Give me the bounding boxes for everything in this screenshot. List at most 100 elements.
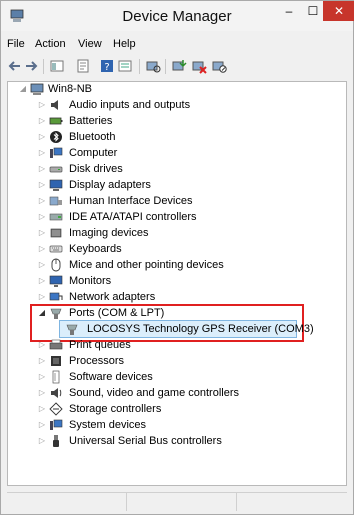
expand-arrow-icon[interactable]: ▷ bbox=[37, 97, 47, 113]
tree-item[interactable]: ▷ System devices bbox=[37, 417, 337, 433]
port-icon bbox=[50, 308, 62, 319]
tree-item-label: Network adapters bbox=[69, 291, 156, 303]
tree-item-label: Ports (COM & LPT) bbox=[69, 307, 165, 319]
tree-item[interactable]: ▷ Processors bbox=[37, 353, 337, 369]
tree-item[interactable]: ▷ Keyboards bbox=[37, 241, 337, 257]
title-bar[interactable]: Device Manager – ☐ ✕ bbox=[1, 1, 354, 31]
menu-view[interactable]: View bbox=[78, 38, 102, 50]
tree-item[interactable]: ▷ Human Interface Devices bbox=[37, 193, 337, 209]
monitor-icon bbox=[49, 275, 63, 287]
tree-child-item-selected[interactable]: LOCOSYS Technology GPS Receiver (COM3) bbox=[65, 321, 314, 337]
status-bar-section bbox=[7, 493, 127, 511]
tree-item[interactable]: ▷ Software devices bbox=[37, 369, 337, 385]
tree-root[interactable]: ◢ Win8-NB bbox=[18, 81, 338, 97]
view-icon[interactable] bbox=[117, 58, 133, 74]
toolbar-separator bbox=[139, 59, 140, 74]
tree-item-label: Sound, video and game controllers bbox=[69, 387, 239, 399]
menu-file[interactable]: File bbox=[7, 38, 25, 50]
menu-help[interactable]: Help bbox=[113, 38, 136, 50]
tree-item-label: Bluetooth bbox=[69, 131, 116, 143]
mouse-icon bbox=[51, 258, 61, 272]
expand-arrow-icon[interactable]: ▷ bbox=[37, 401, 47, 417]
properties-icon[interactable] bbox=[75, 58, 91, 74]
expand-arrow-icon[interactable]: ▷ bbox=[37, 289, 47, 305]
expand-arrow-icon[interactable]: ▷ bbox=[37, 369, 47, 385]
menu-bar: File Action View Help bbox=[1, 35, 353, 55]
expand-arrow-icon[interactable]: ▷ bbox=[37, 209, 47, 225]
device-manager-window: Device Manager – ☐ ✕ File Action View He… bbox=[0, 0, 354, 515]
expand-arrow-icon[interactable]: ▷ bbox=[37, 433, 47, 449]
battery-icon bbox=[49, 117, 63, 125]
system-device-icon bbox=[50, 419, 63, 430]
minimize-button[interactable]: – bbox=[277, 1, 301, 21]
processor-icon bbox=[51, 356, 61, 366]
menu-action[interactable]: Action bbox=[35, 38, 66, 50]
expand-arrow-icon[interactable]: ▷ bbox=[37, 193, 47, 209]
tree-item-label: Human Interface Devices bbox=[69, 195, 193, 207]
tree-item[interactable]: ▷ Batteries bbox=[37, 113, 337, 129]
collapse-arrow-icon[interactable]: ◢ bbox=[37, 305, 47, 321]
tree-item[interactable]: ▷ Mice and other pointing devices bbox=[37, 257, 337, 273]
status-bar bbox=[7, 492, 347, 511]
close-button[interactable]: ✕ bbox=[323, 1, 354, 21]
tree-item-label: Keyboards bbox=[69, 243, 122, 255]
tree-item-label: IDE ATA/ATAPI controllers bbox=[69, 211, 197, 223]
tree-item-label: Processors bbox=[69, 355, 125, 367]
toolbar-separator bbox=[165, 59, 166, 74]
expand-arrow-icon[interactable]: ▷ bbox=[37, 161, 47, 177]
tree-item-label: Imaging devices bbox=[69, 227, 149, 239]
collapse-arrow-icon[interactable]: ◢ bbox=[18, 81, 28, 97]
tree-item[interactable]: ▷ Audio inputs and outputs bbox=[37, 97, 337, 113]
forward-icon[interactable] bbox=[23, 58, 39, 74]
expand-arrow-icon[interactable]: ▷ bbox=[37, 337, 47, 353]
tree-item[interactable]: ▷ Bluetooth bbox=[37, 129, 337, 145]
expand-arrow-icon[interactable]: ▷ bbox=[37, 257, 47, 273]
expand-arrow-icon[interactable]: ▷ bbox=[37, 273, 47, 289]
uninstall-icon[interactable] bbox=[191, 58, 207, 74]
expand-arrow-icon[interactable]: ▷ bbox=[37, 225, 47, 241]
computer-icon bbox=[30, 83, 44, 95]
toolbar: ? bbox=[1, 55, 353, 79]
tree-item[interactable]: ▷ Sound, video and game controllers bbox=[37, 385, 337, 401]
back-icon[interactable] bbox=[7, 58, 23, 74]
tree-item-label: Storage controllers bbox=[69, 403, 162, 415]
expand-arrow-icon[interactable]: ▷ bbox=[37, 417, 47, 433]
expand-arrow-icon[interactable]: ▷ bbox=[37, 145, 47, 161]
tree-item-label: Universal Serial Bus controllers bbox=[69, 435, 222, 447]
storage-controller-icon bbox=[49, 402, 63, 416]
tree-item-expanded[interactable]: ◢ Ports (COM & LPT) bbox=[37, 305, 297, 321]
tree-item[interactable]: ▷ Imaging devices bbox=[37, 225, 337, 241]
maximize-button[interactable]: ☐ bbox=[301, 1, 325, 21]
tree-item[interactable]: ▷ Network adapters bbox=[37, 289, 337, 305]
bluetooth-icon bbox=[50, 131, 62, 143]
ide-controller-icon bbox=[49, 213, 63, 221]
tree-item[interactable]: ▷ Print queues bbox=[37, 337, 337, 353]
expand-arrow-icon[interactable]: ▷ bbox=[37, 113, 47, 129]
hid-icon bbox=[49, 196, 62, 206]
port-icon bbox=[66, 324, 78, 335]
tree-item[interactable]: ▷ Display adapters bbox=[37, 177, 337, 193]
expand-arrow-icon[interactable]: ▷ bbox=[37, 129, 47, 145]
tree-item[interactable]: ▷ IDE ATA/ATAPI controllers bbox=[37, 209, 337, 225]
tree-item-label: Mice and other pointing devices bbox=[69, 259, 224, 271]
printer-icon bbox=[49, 339, 63, 350]
tree-item[interactable]: ▷ Universal Serial Bus controllers bbox=[37, 433, 337, 449]
update-driver-icon[interactable] bbox=[171, 58, 187, 74]
speaker-icon bbox=[51, 100, 58, 110]
usb-icon bbox=[53, 435, 59, 447]
tree-item[interactable]: ▷ Computer bbox=[37, 145, 337, 161]
tree-item[interactable]: ▷ Monitors bbox=[37, 273, 337, 289]
expand-arrow-icon[interactable]: ▷ bbox=[37, 241, 47, 257]
show-hide-tree-icon[interactable] bbox=[49, 58, 65, 74]
expand-arrow-icon[interactable]: ▷ bbox=[37, 353, 47, 369]
scan-hardware-icon[interactable] bbox=[145, 58, 161, 74]
help-icon[interactable]: ? bbox=[99, 58, 115, 74]
tree-item-label: System devices bbox=[69, 419, 147, 431]
display-adapter-icon bbox=[49, 179, 63, 191]
toolbar-separator bbox=[43, 59, 44, 74]
expand-arrow-icon[interactable]: ▷ bbox=[37, 385, 47, 401]
disable-icon[interactable] bbox=[211, 58, 227, 74]
tree-item[interactable]: ▷ Disk drives bbox=[37, 161, 337, 177]
expand-arrow-icon[interactable]: ▷ bbox=[37, 177, 47, 193]
tree-item[interactable]: ▷ Storage controllers bbox=[37, 401, 337, 417]
